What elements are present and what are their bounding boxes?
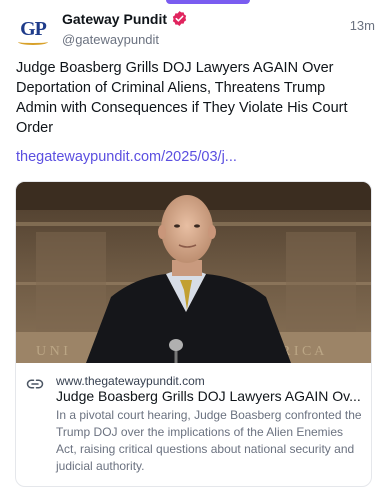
avatar[interactable]: GP — [16, 12, 50, 46]
card-title[interactable]: Judge Boasberg Grills DOJ Lawyers AGAIN … — [56, 388, 364, 404]
top-indicator — [166, 0, 250, 4]
author-block: Gateway Pundit @gatewaypundit — [62, 10, 188, 47]
verified-badge-icon — [172, 11, 187, 26]
avatar-swoosh — [18, 39, 48, 45]
card-description: In a pivotal court hearing, Judge Boasbe… — [56, 408, 362, 473]
svg-text:U N I: U N I — [36, 344, 68, 359]
card-domain: www.thegatewaypundit.com — [56, 374, 205, 388]
post-link[interactable]: thegatewaypundit.com/2025/03/j... — [16, 149, 237, 165]
author-handle[interactable]: @gatewaypundit — [62, 32, 188, 47]
link-preview-card[interactable]: U N I R I C A www.thegatewaypundit.com J… — [15, 181, 372, 487]
link-icon — [26, 379, 44, 389]
card-image[interactable]: U N I R I C A — [16, 182, 371, 363]
avatar-initials: GP — [20, 17, 47, 40]
card-photo: U N I R I C A — [16, 182, 371, 363]
author-display-name[interactable]: Gateway Pundit — [62, 11, 167, 27]
card-meta: www.thegatewaypundit.com Judge Boasberg … — [16, 363, 371, 486]
author-name-row[interactable]: Gateway Pundit — [62, 10, 188, 27]
post-body-text: Judge Boasberg Grills DOJ Lawyers AGAIN … — [16, 60, 348, 136]
post-timestamp[interactable]: 13m — [350, 18, 375, 33]
post-header: GP Gateway Pundit @gatewaypundit 13m — [16, 10, 375, 50]
